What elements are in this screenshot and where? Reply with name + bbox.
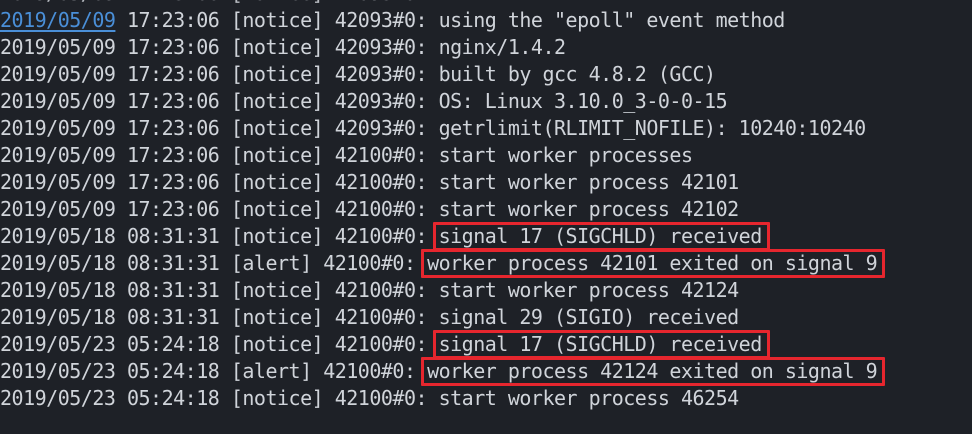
- log-pid: 42093#0:: [334, 35, 428, 59]
- log-time: 08:31:31: [126, 278, 220, 302]
- log-message: start worker process 42124: [438, 278, 740, 302]
- log-message: start worker process 46254: [438, 386, 740, 410]
- log-date: 2019/05/09: [0, 0, 116, 5]
- log-message: worker process 42101 exited on signal 9: [427, 251, 878, 275]
- log-date: 2019/05/23: [0, 332, 116, 356]
- log-line: 2019/05/18 08:31:31 [alert] 42100#0: wor…: [0, 250, 972, 277]
- terminal-window[interactable]: 2019/05/09 17:23:06 [notice] 42093#0:201…: [0, 0, 972, 434]
- log-date: 2019/05/09: [0, 62, 116, 86]
- log-time: 17:23:06: [126, 8, 220, 32]
- log-level: [alert]: [230, 251, 312, 275]
- log-date[interactable]: 2019/05/09: [0, 8, 116, 32]
- log-level: [notice]: [230, 62, 324, 86]
- log-pid: 42100#0:: [334, 278, 428, 302]
- log-line: 2019/05/09 17:23:06 [notice] 42093#0: ng…: [0, 34, 972, 61]
- log-message: start worker process 42101: [438, 170, 740, 194]
- log-line: 2019/05/23 05:24:18 [alert] 42100#0: wor…: [0, 358, 972, 385]
- log-message: signal 17 (SIGCHLD) received: [438, 332, 763, 356]
- log-time: 05:24:18: [126, 359, 220, 383]
- log-time: 08:31:31: [126, 224, 220, 248]
- log-time: 17:23:06: [126, 116, 220, 140]
- log-line-cut: 2019/05/09 17:23:06 [notice] 42093#0:: [0, 0, 972, 7]
- log-message: OS: Linux 3.10.0_3-0-0-15: [438, 89, 728, 113]
- log-time: 08:31:31: [126, 305, 220, 329]
- log-line: 2019/05/23 05:24:18 [notice] 42100#0: si…: [0, 331, 972, 358]
- log-level: [notice]: [230, 143, 324, 167]
- log-date: 2019/05/09: [0, 197, 116, 221]
- log-line: 2019/05/18 08:31:31 [notice] 42100#0: st…: [0, 277, 972, 304]
- log-date: 2019/05/18: [0, 278, 116, 302]
- log-level: [notice]: [230, 35, 324, 59]
- log-time: 17:23:06: [126, 62, 220, 86]
- log-date: 2019/05/09: [0, 170, 116, 194]
- log-time: 05:24:18: [126, 332, 220, 356]
- log-message: getrlimit(RLIMIT_NOFILE): 10240:10240: [438, 116, 867, 140]
- log-time: 17:23:06: [126, 197, 220, 221]
- log-time: 05:24:18: [126, 386, 220, 410]
- log-line: 2019/05/23 05:24:18 [notice] 42100#0: st…: [0, 385, 972, 412]
- log-pid: 42100#0:: [334, 197, 428, 221]
- log-date: 2019/05/09: [0, 89, 116, 113]
- log-level: [notice]: [230, 224, 324, 248]
- log-level: [alert]: [230, 359, 312, 383]
- log-date: 2019/05/09: [0, 143, 116, 167]
- log-date: 2019/05/18: [0, 305, 116, 329]
- log-line: 2019/05/09 17:23:06 [notice] 42093#0: ge…: [0, 115, 972, 142]
- log-date: 2019/05/23: [0, 359, 116, 383]
- log-date: 2019/05/09: [0, 116, 116, 140]
- log-level: [notice]: [230, 278, 324, 302]
- log-line: 2019/05/09 17:23:06 [notice] 42093#0: us…: [0, 7, 972, 34]
- log-pid: 42100#0:: [323, 251, 416, 275]
- log-level: [notice]: [230, 197, 324, 221]
- log-message: start worker process 42102: [438, 197, 740, 221]
- log-level: [notice]: [230, 116, 324, 140]
- log-line: 2019/05/18 08:31:31 [notice] 42100#0: si…: [0, 304, 972, 331]
- log-pid: 42100#0:: [334, 170, 428, 194]
- log-line: 2019/05/09 17:23:06 [notice] 42100#0: st…: [0, 196, 972, 223]
- log-date: 2019/05/09: [0, 35, 116, 59]
- log-level: [notice]: [230, 332, 324, 356]
- log-message: worker process 42124 exited on signal 9: [427, 359, 878, 383]
- log-level: [notice]: [230, 386, 324, 410]
- log-line: 2019/05/09 17:23:06 [notice] 42093#0: bu…: [0, 61, 972, 88]
- log-message: built by gcc 4.8.2 (GCC): [438, 62, 716, 86]
- log-time: 17:23:06: [126, 35, 220, 59]
- log-level: [notice]: [231, 0, 324, 5]
- log-time: 17:23:06: [127, 0, 220, 5]
- log-pid: 42100#0:: [323, 359, 416, 383]
- log-time: 08:31:31: [126, 251, 220, 275]
- log-message: signal 29 (SIGIO) received: [438, 305, 740, 329]
- log-level: [notice]: [230, 89, 324, 113]
- log-pid: 42100#0:: [334, 332, 428, 356]
- log-message: start worker processes: [438, 143, 693, 167]
- log-time: 17:23:06: [126, 143, 220, 167]
- log-level: [notice]: [230, 170, 324, 194]
- log-pid: 42093#0:: [334, 116, 428, 140]
- log-pid: 42093#0:: [335, 0, 428, 5]
- log-date: 2019/05/18: [0, 224, 116, 248]
- log-time: 17:23:06: [126, 89, 220, 113]
- log-pid: 42100#0:: [334, 386, 428, 410]
- log-line: 2019/05/09 17:23:06 [notice] 42100#0: st…: [0, 142, 972, 169]
- log-pid: 42100#0:: [334, 224, 428, 248]
- log-pid: 42100#0:: [334, 305, 428, 329]
- log-message: using the "epoll" event method: [438, 8, 786, 32]
- log-level: [notice]: [230, 8, 324, 32]
- log-date: 2019/05/23: [0, 386, 116, 410]
- log-pid: 42100#0:: [334, 143, 428, 167]
- log-line: 2019/05/09 17:23:06 [notice] 42100#0: st…: [0, 169, 972, 196]
- log-message: signal 17 (SIGCHLD) received: [438, 224, 763, 248]
- log-pid: 42093#0:: [334, 89, 428, 113]
- log-time: 17:23:06: [126, 170, 220, 194]
- log-date: 2019/05/18: [0, 251, 116, 275]
- log-message: nginx/1.4.2: [438, 35, 566, 59]
- log-level: [notice]: [230, 305, 324, 329]
- log-line: 2019/05/09 17:23:06 [notice] 42093#0: OS…: [0, 88, 972, 115]
- log-pid: 42093#0:: [334, 8, 428, 32]
- log-line: 2019/05/18 08:31:31 [notice] 42100#0: si…: [0, 223, 972, 250]
- log-pid: 42093#0:: [334, 62, 428, 86]
